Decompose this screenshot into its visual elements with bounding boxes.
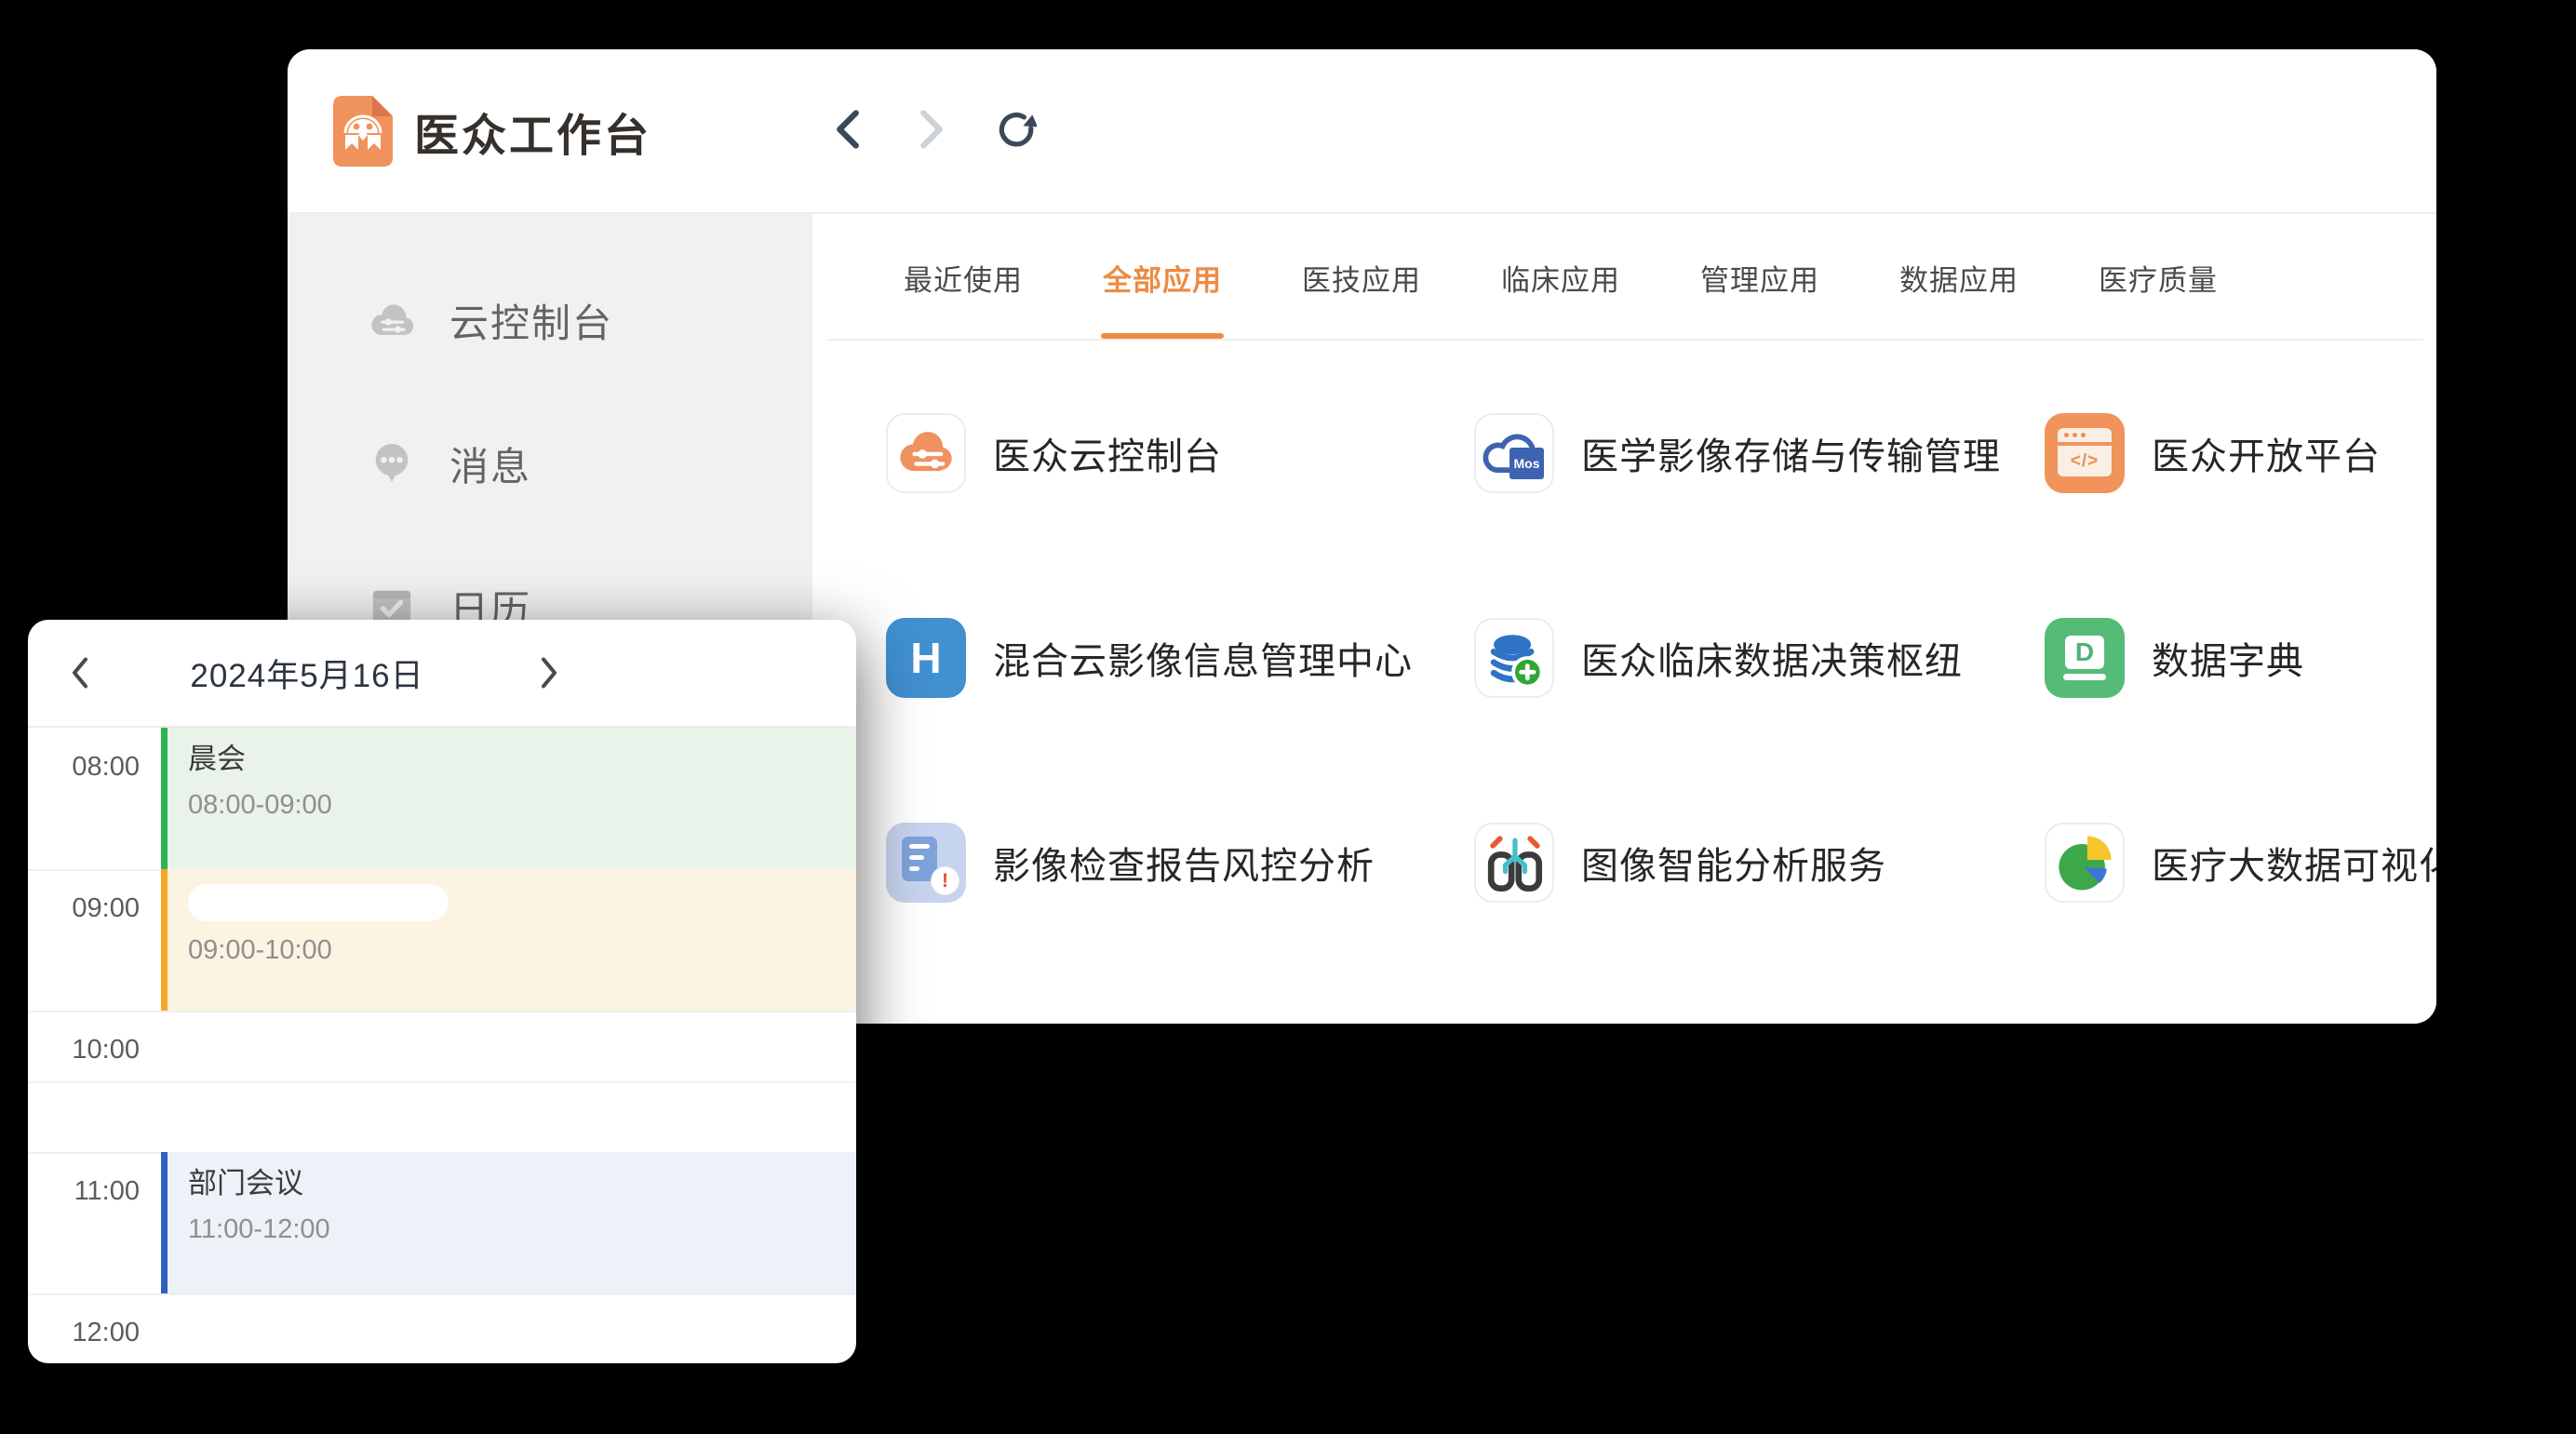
time-label: 11:00 [28,1176,140,1207]
calendar-event-redacted[interactable]: 09:00-10:00 [161,869,856,1011]
app-label: 医学影像存储与传输管理 [1581,426,2001,480]
app-item-cloud-console[interactable]: 医众云控制台 [886,413,1474,493]
report-alert-icon: ! [886,823,966,903]
hour-line [28,1293,856,1295]
app-item-report-risk-analysis[interactable]: ! 影像检查报告风控分析 [886,823,1474,903]
time-label: 08:00 [28,752,140,783]
app-label: 图像智能分析服务 [1581,836,1886,890]
dictionary-book-icon: D [2045,618,2125,698]
tab-data[interactable]: 数据应用 [1898,214,2020,341]
event-title: 晨会 [188,741,856,778]
category-tabs: 最近使用 全部应用 医技应用 临床应用 管理应用 数据应用 医疗质量 [902,214,2220,341]
app-item-open-platform[interactable]: </> 医众开放平台 [2045,413,2436,493]
app-item-bigdata-visualization[interactable]: 医疗大数据可视化 [2045,823,2436,903]
hour-line [28,1011,856,1012]
back-button[interactable] [825,109,870,154]
app-launcher-content: 最近使用 全部应用 医技应用 临床应用 管理应用 数据应用 医疗质量 [812,214,2436,1024]
calendar-event-morning-meeting[interactable]: 晨会 08:00-09:00 [161,728,856,869]
cloud-console-icon [368,296,416,344]
app-item-image-ai-service[interactable]: 图像智能分析服务 [1474,823,2045,903]
tab-medtech[interactable]: 医技应用 [1300,214,1423,341]
titlebar: 医众工作台 [288,49,2436,214]
event-title: 部门会议 [188,1165,856,1202]
time-label: 12:00 [28,1318,140,1348]
titlebar-nav [825,49,1038,212]
app-item-hybrid-cloud-imaging[interactable]: H 混合云影像信息管理中心 [886,618,1474,698]
hospital-h-icon: H [886,618,966,698]
forward-button[interactable] [909,109,954,154]
calendar-header: 2024年5月16日 [28,620,856,726]
calendar-date: 2024年5月16日 [140,620,475,726]
time-label: 10:00 [28,1035,140,1065]
calendar-next-day-button[interactable] [521,620,577,726]
tab-clinical[interactable]: 临床应用 [1499,214,1622,341]
calendar-day-grid: 08:00 09:00 10:00 11:00 12:00 晨会 08:00-0… [28,726,856,1363]
chevron-left-icon [834,108,862,154]
app-item-pacs-storage[interactable]: Mos 医学影像存储与传输管理 [1474,413,2045,493]
sidebar-item-messages[interactable]: 消息 [288,392,812,535]
message-bubble-icon [368,439,416,488]
database-plus-icon [1474,618,1554,698]
event-title-redacted [188,884,449,921]
tabs-divider [827,339,2423,341]
refresh-button[interactable] [993,109,1038,154]
app-label: 医众开放平台 [2152,426,2381,480]
pie-chart-icon [2045,823,2125,903]
app-title: 医众工作台 [414,49,651,212]
app-grid: 医众云控制台 Mos 医学影像存储与传输管理 < [886,413,2436,1024]
tab-all-apps[interactable]: 全部应用 [1101,214,1224,341]
cloud-sliders-icon [886,413,966,493]
app-label: 医众云控制台 [993,426,1222,480]
sidebar-item-label: 消息 [449,436,531,492]
app-logo-icon [333,96,393,167]
lungs-ai-icon [1474,823,1554,903]
app-item-data-dictionary[interactable]: D 数据字典 [2045,618,2436,698]
event-time: 11:00-12:00 [188,1214,856,1245]
app-item-clinical-data-hub[interactable]: 医众临床数据决策枢纽 [1474,618,2045,698]
app-label: 医众临床数据决策枢纽 [1581,631,1963,685]
event-time: 08:00-09:00 [188,790,856,821]
calendar-event-department-meeting[interactable]: 部门会议 11:00-12:00 [161,1152,856,1293]
tab-quality[interactable]: 医疗质量 [2097,214,2220,341]
tab-recent[interactable]: 最近使用 [902,214,1025,341]
cloud-storage-mos-icon: Mos [1474,413,1554,493]
time-label: 09:00 [28,893,140,924]
tab-management[interactable]: 管理应用 [1698,214,1821,341]
app-label: 影像检查报告风控分析 [993,836,1375,890]
code-browser-icon: </> [2045,413,2125,493]
calendar-panel: 2024年5月16日 08:00 09:00 10:00 11:00 12:00… [28,620,856,1363]
event-time: 09:00-10:00 [188,935,856,966]
chevron-right-icon [918,108,946,154]
half-hour-line [28,1081,856,1083]
app-label: 数据字典 [2152,631,2304,685]
calendar-prev-day-button[interactable] [52,620,108,726]
mos-badge: Mos [1509,448,1544,479]
app-label: 医疗大数据可视化 [2152,836,2436,890]
refresh-icon [994,108,1037,154]
sidebar-item-cloud-console[interactable]: 云控制台 [288,248,812,392]
sidebar-item-label: 云控制台 [449,292,613,349]
app-label: 混合云影像信息管理中心 [993,631,1413,685]
